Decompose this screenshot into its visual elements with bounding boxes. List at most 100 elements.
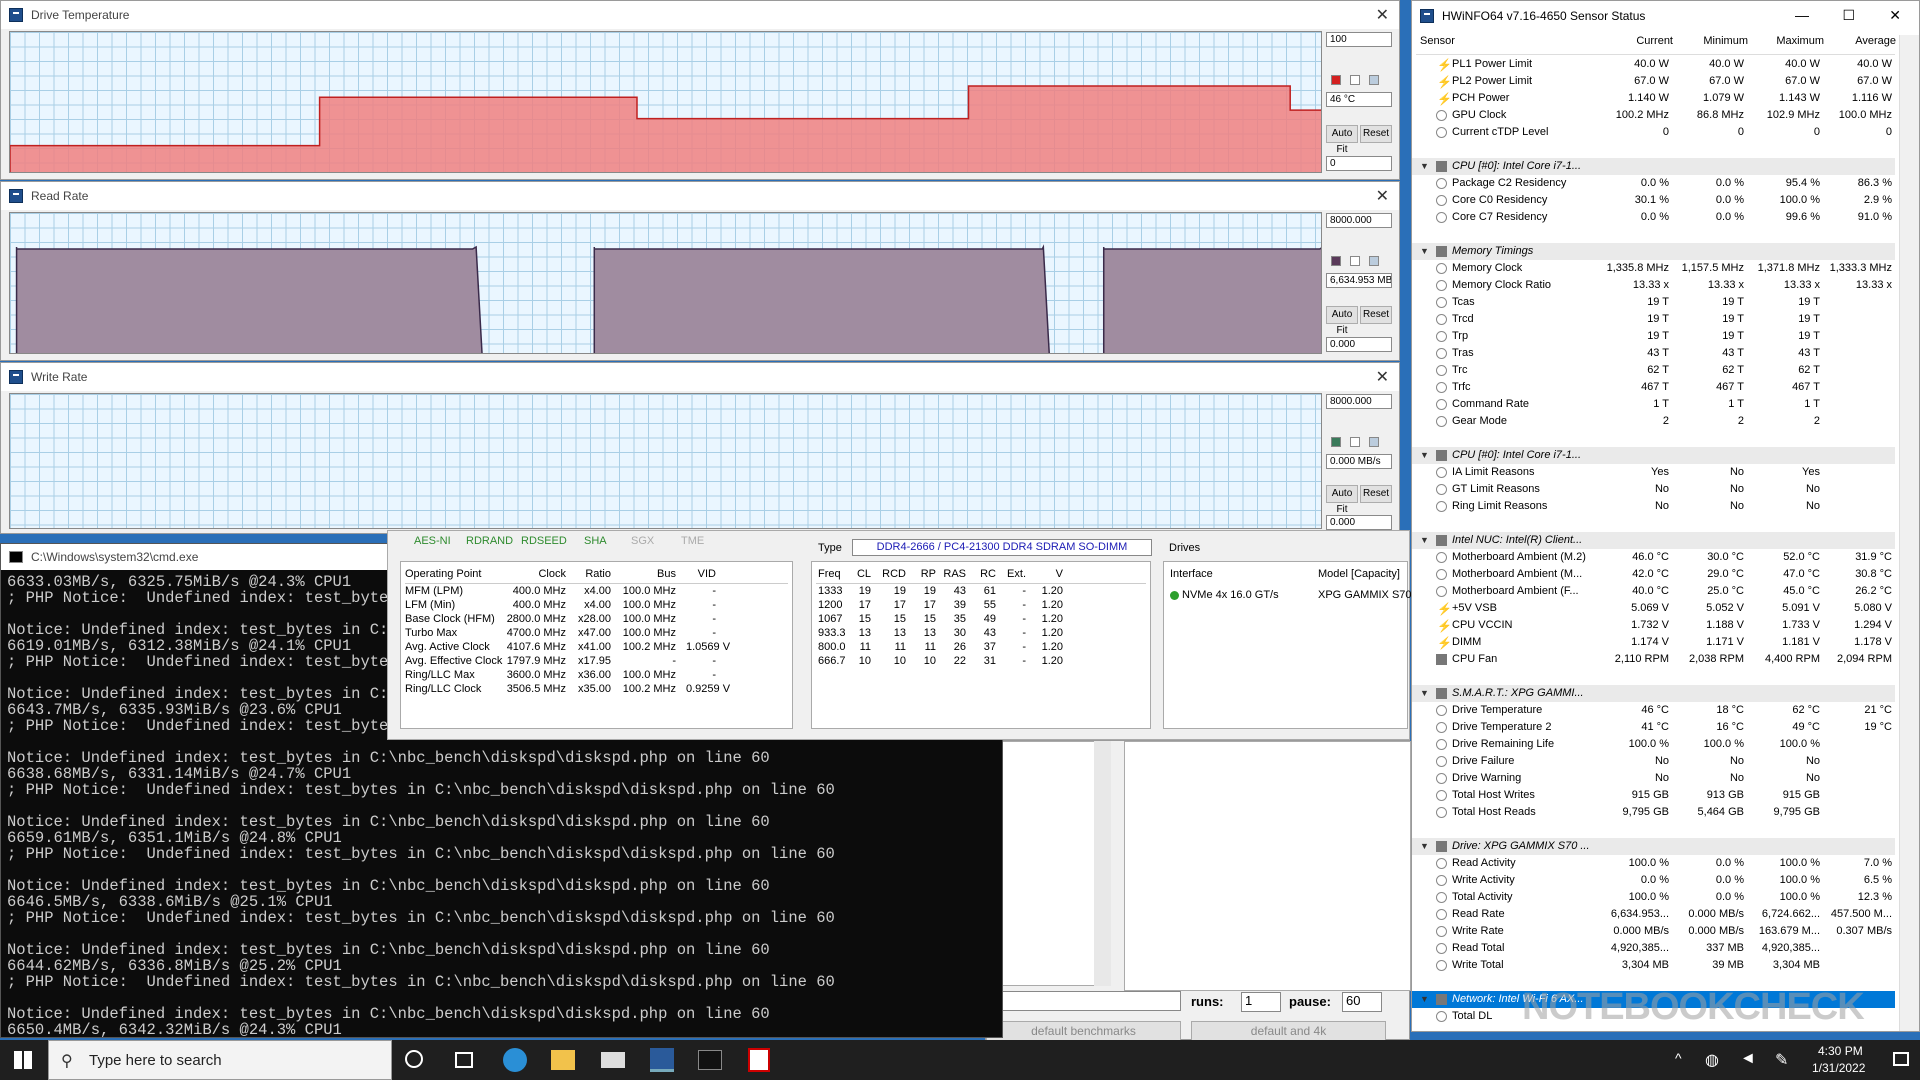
reset-button[interactable]: Reset	[1360, 306, 1392, 324]
col-current[interactable]: Current	[1591, 35, 1673, 47]
sensor-row[interactable]: ⚡ PL2 Power Limit 67.0 W 67.0 W 67.0 W 67.0 W	[1412, 73, 1895, 90]
sensor-row[interactable]: Total Activity 100.0 % 0.0 % 100.0 % 12.3 %	[1412, 889, 1895, 906]
col-average[interactable]: Average	[1824, 35, 1896, 47]
bench-command-input[interactable]	[986, 991, 1181, 1011]
task-view-icon[interactable]	[405, 1050, 423, 1068]
chevron-down-icon[interactable]: ▼	[1420, 447, 1429, 464]
sensor-row[interactable]: Drive Warning No No No	[1412, 770, 1895, 787]
reset-button[interactable]: Reset	[1360, 125, 1392, 143]
sensor-row[interactable]: IA Limit Reasons Yes No Yes	[1412, 464, 1895, 481]
legend-option[interactable]	[1369, 437, 1379, 447]
sensor-row[interactable]: Read Activity 100.0 % 0.0 % 100.0 % 7.0 %	[1412, 855, 1895, 872]
drive-row[interactable]: NVMe 4x 16.0 GT/s XPG GAMMIX S70	[1164, 587, 1412, 604]
sensor-row[interactable]: ⚡ CPU VCCIN 1.732 V 1.188 V 1.733 V 1.294 V	[1412, 617, 1895, 634]
volume-icon[interactable]: ◄	[1740, 1050, 1756, 1068]
sensor-row[interactable]: Tcas 19 T 19 T 19 T	[1412, 294, 1895, 311]
sensor-row[interactable]: ⚡ PL1 Power Limit 40.0 W 40.0 W 40.0 W 40.0 W	[1412, 56, 1895, 73]
col-sensor[interactable]: Sensor	[1420, 35, 1455, 47]
sensor-row[interactable]: Command Rate 1 T 1 T 1 T	[1412, 396, 1895, 413]
sensor-row[interactable]: Motherboard Ambient (F... 40.0 °C 25.0 °C 4…	[1412, 583, 1895, 600]
sensor-row[interactable]: Write Total 3,304 MB 39 MB 3,304 MB	[1412, 957, 1895, 974]
sensor-group-row[interactable]: ▼ CPU [#0]: Intel Core i7-1...	[1412, 158, 1895, 175]
sensor-row[interactable]: Trcd 19 T 19 T 19 T	[1412, 311, 1895, 328]
col-maximum[interactable]: Maximum	[1748, 35, 1824, 47]
sensor-group-row[interactable]: ▼ Memory Timings	[1412, 243, 1895, 260]
sensor-row[interactable]: Trp 19 T 19 T 19 T	[1412, 328, 1895, 345]
sensor-row[interactable]: Write Rate 0.000 MB/s 0.000 MB/s 163.679 M.…	[1412, 923, 1895, 940]
sensor-row[interactable]: Drive Temperature 46 °C 18 °C 62 °C 21 °C	[1412, 702, 1895, 719]
sensor-row[interactable]: Drive Temperature 2 41 °C 16 °C 49 °C 19 °C	[1412, 719, 1895, 736]
widgets-icon[interactable]	[455, 1052, 473, 1068]
sensor-row[interactable]: Package C2 Residency 0.0 % 0.0 % 95.4 % 86.3…	[1412, 175, 1895, 192]
runs-input[interactable]: 1	[1241, 992, 1281, 1012]
legend-color-swatch[interactable]	[1331, 437, 1341, 447]
maximize-icon[interactable]: ☐	[1842, 7, 1855, 24]
sensor-row[interactable]: Core C7 Residency 0.0 % 0.0 % 99.6 % 91.0 %	[1412, 209, 1895, 226]
chevron-up-icon[interactable]: ^	[1675, 1050, 1682, 1066]
sensor-group-row[interactable]: ▼ CPU [#0]: Intel Core i7-1...	[1412, 447, 1895, 464]
close-icon[interactable]: ✕	[1376, 186, 1389, 206]
sensor-row[interactable]: Trc 62 T 62 T 62 T	[1412, 362, 1895, 379]
mail-icon[interactable]	[601, 1052, 625, 1068]
windows-start-icon[interactable]	[14, 1051, 32, 1069]
sensor-row[interactable]: Memory Clock Ratio 13.33 x 13.33 x 13.33 x 1…	[1412, 277, 1895, 294]
legend-option[interactable]	[1350, 437, 1360, 447]
sensor-row[interactable]: Core C0 Residency 30.1 % 0.0 % 100.0 % 2.9 %	[1412, 192, 1895, 209]
pause-input[interactable]: 60	[1342, 992, 1382, 1012]
legend-option[interactable]	[1350, 75, 1360, 85]
sensor-row[interactable]: Motherboard Ambient (M.2) 46.0 °C 30.0 °C 5…	[1412, 549, 1895, 566]
chevron-down-icon[interactable]: ▼	[1420, 991, 1429, 1008]
sensor-row[interactable]: Total Host Reads 9,795 GB 5,464 GB 9,795 GB	[1412, 804, 1895, 821]
legend-option[interactable]	[1369, 256, 1379, 266]
file-explorer-icon[interactable]	[551, 1050, 575, 1070]
sensor-row[interactable]: Read Total 4,920,385... 337 MB 4,920,385...	[1412, 940, 1895, 957]
close-icon[interactable]: ✕	[1376, 5, 1389, 25]
benchmark-app-icon[interactable]	[748, 1048, 770, 1072]
auto-fit-button[interactable]: Auto Fit	[1326, 125, 1358, 155]
sensor-group-row[interactable]: ▼ S.M.A.R.T.: XPG GAMMI...	[1412, 685, 1895, 702]
sensor-row[interactable]: Write Activity 0.0 % 0.0 % 100.0 % 6.5 %	[1412, 872, 1895, 889]
legend-option[interactable]	[1369, 75, 1379, 85]
notification-icon[interactable]	[1893, 1052, 1909, 1066]
sensor-row[interactable]: Total Host Writes 915 GB 913 GB 915 GB	[1412, 787, 1895, 804]
sensor-row[interactable]: Current cTDP Level 0 0 0 0	[1412, 124, 1895, 141]
auto-fit-button[interactable]: Auto Fit	[1326, 485, 1358, 515]
sensor-row[interactable]: Trfc 467 T 467 T 467 T	[1412, 379, 1895, 396]
edge-icon[interactable]	[503, 1048, 527, 1072]
chevron-down-icon[interactable]: ▼	[1420, 243, 1429, 260]
hwinfo-taskbar-icon[interactable]	[650, 1048, 674, 1072]
legend-color-swatch[interactable]	[1331, 75, 1341, 85]
globe-icon[interactable]: ◍	[1705, 1050, 1719, 1070]
search-box[interactable]: ⚲ Type here to search	[48, 1040, 392, 1080]
default-and-4k-button[interactable]: default and 4k	[1191, 1021, 1386, 1041]
chevron-down-icon[interactable]: ▼	[1420, 838, 1429, 855]
sensor-scrollbar[interactable]	[1899, 35, 1919, 1031]
sensor-row[interactable]: ⚡ +5V VSB 5.069 V 5.052 V 5.091 V 5.080 V	[1412, 600, 1895, 617]
pen-icon[interactable]: ✎	[1775, 1050, 1788, 1070]
chevron-down-icon[interactable]: ▼	[1420, 158, 1429, 175]
sensor-row[interactable]: Ring Limit Reasons No No No	[1412, 498, 1895, 515]
minimize-icon[interactable]: —	[1795, 7, 1809, 23]
sensor-row[interactable]: GPU Clock 100.2 MHz 86.8 MHz 102.9 MHz 100.0…	[1412, 107, 1895, 124]
auto-fit-button[interactable]: Auto Fit	[1326, 306, 1358, 336]
sensor-row[interactable]: CPU Fan 2,110 RPM 2,038 RPM 4,400 RPM 2,094 …	[1412, 651, 1895, 668]
close-icon[interactable]: ✕	[1889, 7, 1901, 24]
sensor-row[interactable]: Gear Mode 2 2 2	[1412, 413, 1895, 430]
bench-scrollbar[interactable]	[1094, 741, 1111, 986]
sensor-row[interactable]: Drive Failure No No No	[1412, 753, 1895, 770]
reset-button[interactable]: Reset	[1360, 485, 1392, 503]
sensor-row[interactable]: Drive Remaining Life 100.0 % 100.0 % 100.0 …	[1412, 736, 1895, 753]
legend-color-swatch[interactable]	[1331, 256, 1341, 266]
sensor-row[interactable]: ⚡ PCH Power 1.140 W 1.079 W 1.143 W 1.116 W	[1412, 90, 1895, 107]
sensor-row[interactable]: Read Rate 6,634.953... 0.000 MB/s 6,724.662…	[1412, 906, 1895, 923]
sensor-row[interactable]: Tras 43 T 43 T 43 T	[1412, 345, 1895, 362]
chevron-down-icon[interactable]: ▼	[1420, 532, 1429, 549]
sensor-row[interactable]: Memory Clock 1,335.8 MHz 1,157.5 MHz 1,371.…	[1412, 260, 1895, 277]
sensor-row[interactable]: Motherboard Ambient (M... 42.0 °C 29.0 °C 4…	[1412, 566, 1895, 583]
sensor-row[interactable]: ⚡ DIMM 1.174 V 1.171 V 1.181 V 1.178 V	[1412, 634, 1895, 651]
clock-date[interactable]: 1/31/2022	[1812, 1061, 1865, 1075]
terminal-icon[interactable]	[698, 1050, 722, 1070]
legend-option[interactable]	[1350, 256, 1360, 266]
chevron-down-icon[interactable]: ▼	[1420, 685, 1429, 702]
sensor-group-row[interactable]: ▼ Intel NUC: Intel(R) Client...	[1412, 532, 1895, 549]
